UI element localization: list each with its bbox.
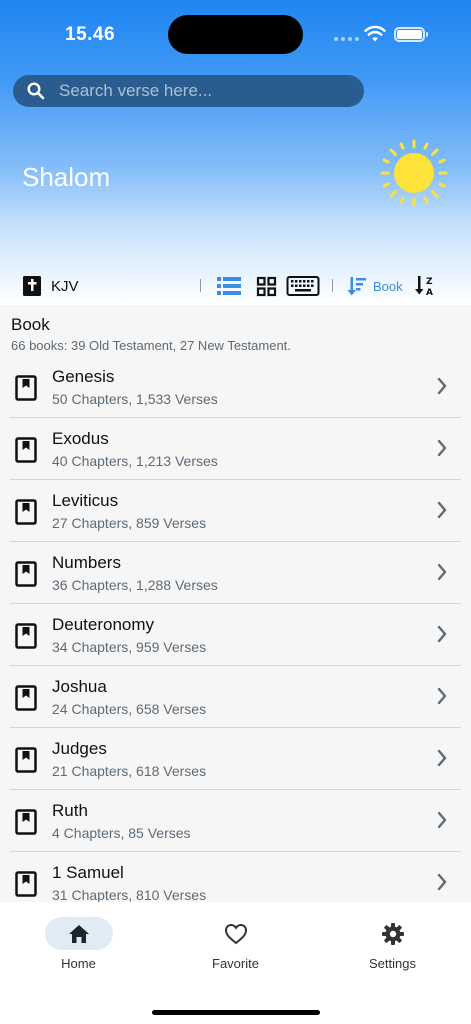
search-icon: [27, 82, 45, 100]
book-row-deuteronomy[interactable]: Deuteronomy 34 Chapters, 959 Verses: [10, 604, 461, 666]
heart-icon: [224, 923, 247, 944]
bookmark-book-icon: [15, 499, 37, 525]
battery-icon: [394, 27, 428, 42]
version-selector[interactable]: KJV: [22, 268, 79, 304]
bookmark-book-icon: [15, 437, 37, 463]
book-meta: 34 Chapters, 959 Verses: [52, 639, 207, 655]
gear-icon: [381, 922, 404, 945]
svg-text:Z: Z: [426, 277, 433, 287]
sort-az-button[interactable]: Z A: [415, 268, 437, 304]
nav-settings[interactable]: Settings: [314, 902, 471, 971]
chevron-right-icon: [437, 749, 447, 767]
keyboard-icon: [286, 276, 320, 296]
bookmark-book-icon: [15, 871, 37, 897]
chevron-right-icon: [437, 377, 447, 395]
book-name: Joshua: [52, 677, 107, 696]
book-name: Ruth: [52, 801, 88, 820]
sun-icon: [380, 139, 448, 207]
signal-icon: [334, 37, 359, 41]
section-subtitle: 66 books: 39 Old Testament, 27 New Testa…: [11, 338, 291, 353]
book-meta: 21 Chapters, 618 Verses: [52, 763, 207, 779]
book-row-judges[interactable]: Judges 21 Chapters, 618 Verses: [10, 728, 461, 790]
book-row-1-samuel[interactable]: 1 Samuel 31 Chapters, 810 Verses: [10, 852, 461, 902]
nav-home[interactable]: Home: [0, 902, 157, 971]
nav-favorite-indicator: [202, 917, 270, 950]
dynamic-island: [168, 15, 303, 54]
wifi-icon: [364, 25, 386, 42]
book-meta: 4 Chapters, 85 Verses: [52, 825, 191, 841]
book-name: Numbers: [52, 553, 121, 572]
book-name: Deuteronomy: [52, 615, 155, 634]
book-name: 1 Samuel: [52, 863, 124, 882]
bookmark-book-icon: [15, 561, 37, 587]
nav-settings-indicator: [359, 917, 427, 950]
bookmark-book-icon: [15, 623, 37, 649]
chevron-right-icon: [437, 501, 447, 519]
grid-view-button[interactable]: [256, 268, 277, 304]
version-label: KJV: [51, 277, 79, 295]
book-row-exodus[interactable]: Exodus 40 Chapters, 1,213 Verses: [10, 418, 461, 480]
chevron-right-icon: [437, 687, 447, 705]
toolbar: KJV Book Z A: [0, 268, 471, 304]
book-name: Leviticus: [52, 491, 119, 510]
bottom-nav: Home Favorite Settings: [0, 902, 471, 1024]
status-bar: 15.46: [0, 0, 471, 60]
toolbar-divider: [200, 279, 201, 292]
section-title: Book: [11, 315, 50, 334]
bookmark-book-icon: [15, 809, 37, 835]
nav-favorite-label: Favorite: [212, 956, 259, 971]
list-view-button[interactable]: [216, 268, 242, 304]
greeting-text: Shalom: [22, 162, 111, 192]
toolbar-divider: [332, 279, 333, 292]
nav-home-label: Home: [61, 956, 96, 971]
home-indicator[interactable]: [152, 1010, 320, 1015]
nav-favorite[interactable]: Favorite: [157, 902, 314, 971]
book-row-genesis[interactable]: Genesis 50 Chapters, 1,533 Verses: [10, 356, 461, 418]
bookmark-book-icon: [15, 685, 37, 711]
book-row-leviticus[interactable]: Leviticus 27 Chapters, 859 Verses: [10, 480, 461, 542]
book-name: Exodus: [52, 429, 109, 448]
search-placeholder: Search verse here...: [59, 81, 213, 100]
search-input[interactable]: Search verse here...: [13, 75, 364, 107]
book-meta: 50 Chapters, 1,533 Verses: [52, 391, 218, 407]
book-name: Genesis: [52, 367, 115, 386]
book-row-ruth[interactable]: Ruth 4 Chapters, 85 Verses: [10, 790, 461, 852]
sort-icon: [347, 277, 366, 296]
home-icon: [68, 924, 89, 943]
list-view-icon: [217, 277, 241, 295]
book-list: Genesis 50 Chapters, 1,533 Verses Exodus…: [0, 356, 471, 902]
chevron-right-icon: [437, 563, 447, 581]
svg-text:A: A: [426, 288, 433, 298]
book-meta: 36 Chapters, 1,288 Verses: [52, 577, 218, 593]
bookmark-book-icon: [15, 747, 37, 773]
book-meta: 27 Chapters, 859 Verses: [52, 515, 207, 531]
book-meta: 40 Chapters, 1,213 Verses: [52, 453, 218, 469]
book-row-joshua[interactable]: Joshua 24 Chapters, 658 Verses: [10, 666, 461, 728]
book-meta: 24 Chapters, 658 Verses: [52, 701, 207, 717]
chevron-right-icon: [437, 625, 447, 643]
header: 15.46 Search verse here... Shalom: [0, 0, 471, 305]
nav-home-indicator: [44, 917, 113, 950]
book-row-numbers[interactable]: Numbers 36 Chapters, 1,288 Verses: [10, 542, 461, 604]
status-time: 15.46: [65, 24, 116, 45]
nav-settings-label: Settings: [369, 956, 416, 971]
chevron-right-icon: [437, 439, 447, 457]
sort-by-book-button[interactable]: Book: [347, 268, 403, 304]
bible-icon: [23, 276, 41, 296]
grid-view-icon: [256, 276, 277, 296]
sort-az-icon: Z A: [415, 276, 433, 298]
keyboard-view-button[interactable]: [286, 268, 320, 304]
book-name: Judges: [52, 739, 107, 758]
bookmark-book-icon: [15, 375, 37, 401]
chevron-right-icon: [437, 811, 447, 829]
sort-label: Book: [373, 278, 403, 294]
book-meta: 31 Chapters, 810 Verses: [52, 887, 207, 902]
chevron-right-icon: [437, 873, 447, 891]
